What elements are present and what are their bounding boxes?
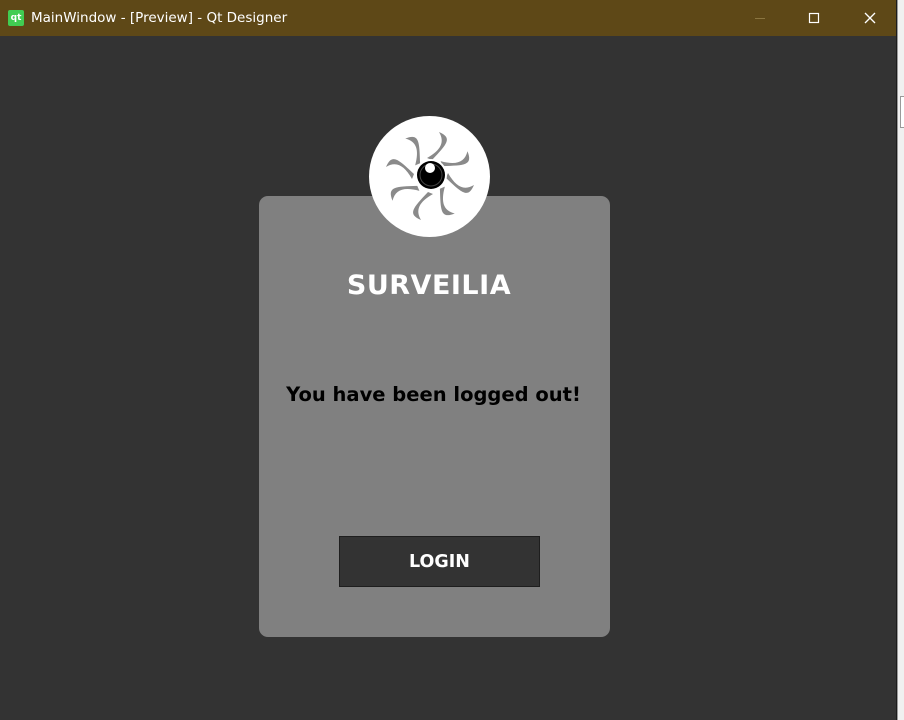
title-bar[interactable]: qt MainWindow - [Preview] - Qt Designer bbox=[0, 0, 896, 36]
minimize-icon bbox=[755, 18, 765, 19]
qt-app-icon: qt bbox=[8, 10, 24, 26]
app-logo bbox=[369, 116, 490, 237]
minimize-button[interactable] bbox=[732, 0, 788, 36]
logout-message: You have been logged out! bbox=[286, 383, 581, 406]
login-button[interactable]: LOGIN bbox=[339, 536, 540, 587]
brand-title: SURVEILIA bbox=[346, 270, 512, 301]
close-icon bbox=[864, 12, 876, 24]
eye-aperture-icon bbox=[386, 132, 474, 220]
main-window: qt MainWindow - [Preview] - Qt Designer bbox=[0, 0, 897, 720]
window-title: MainWindow - [Preview] - Qt Designer bbox=[31, 10, 288, 26]
close-button[interactable] bbox=[842, 0, 898, 36]
maximize-icon bbox=[808, 12, 820, 24]
maximize-button[interactable] bbox=[786, 0, 842, 36]
scrollbar-handle bbox=[900, 96, 904, 128]
background-window-edge bbox=[897, 0, 904, 720]
